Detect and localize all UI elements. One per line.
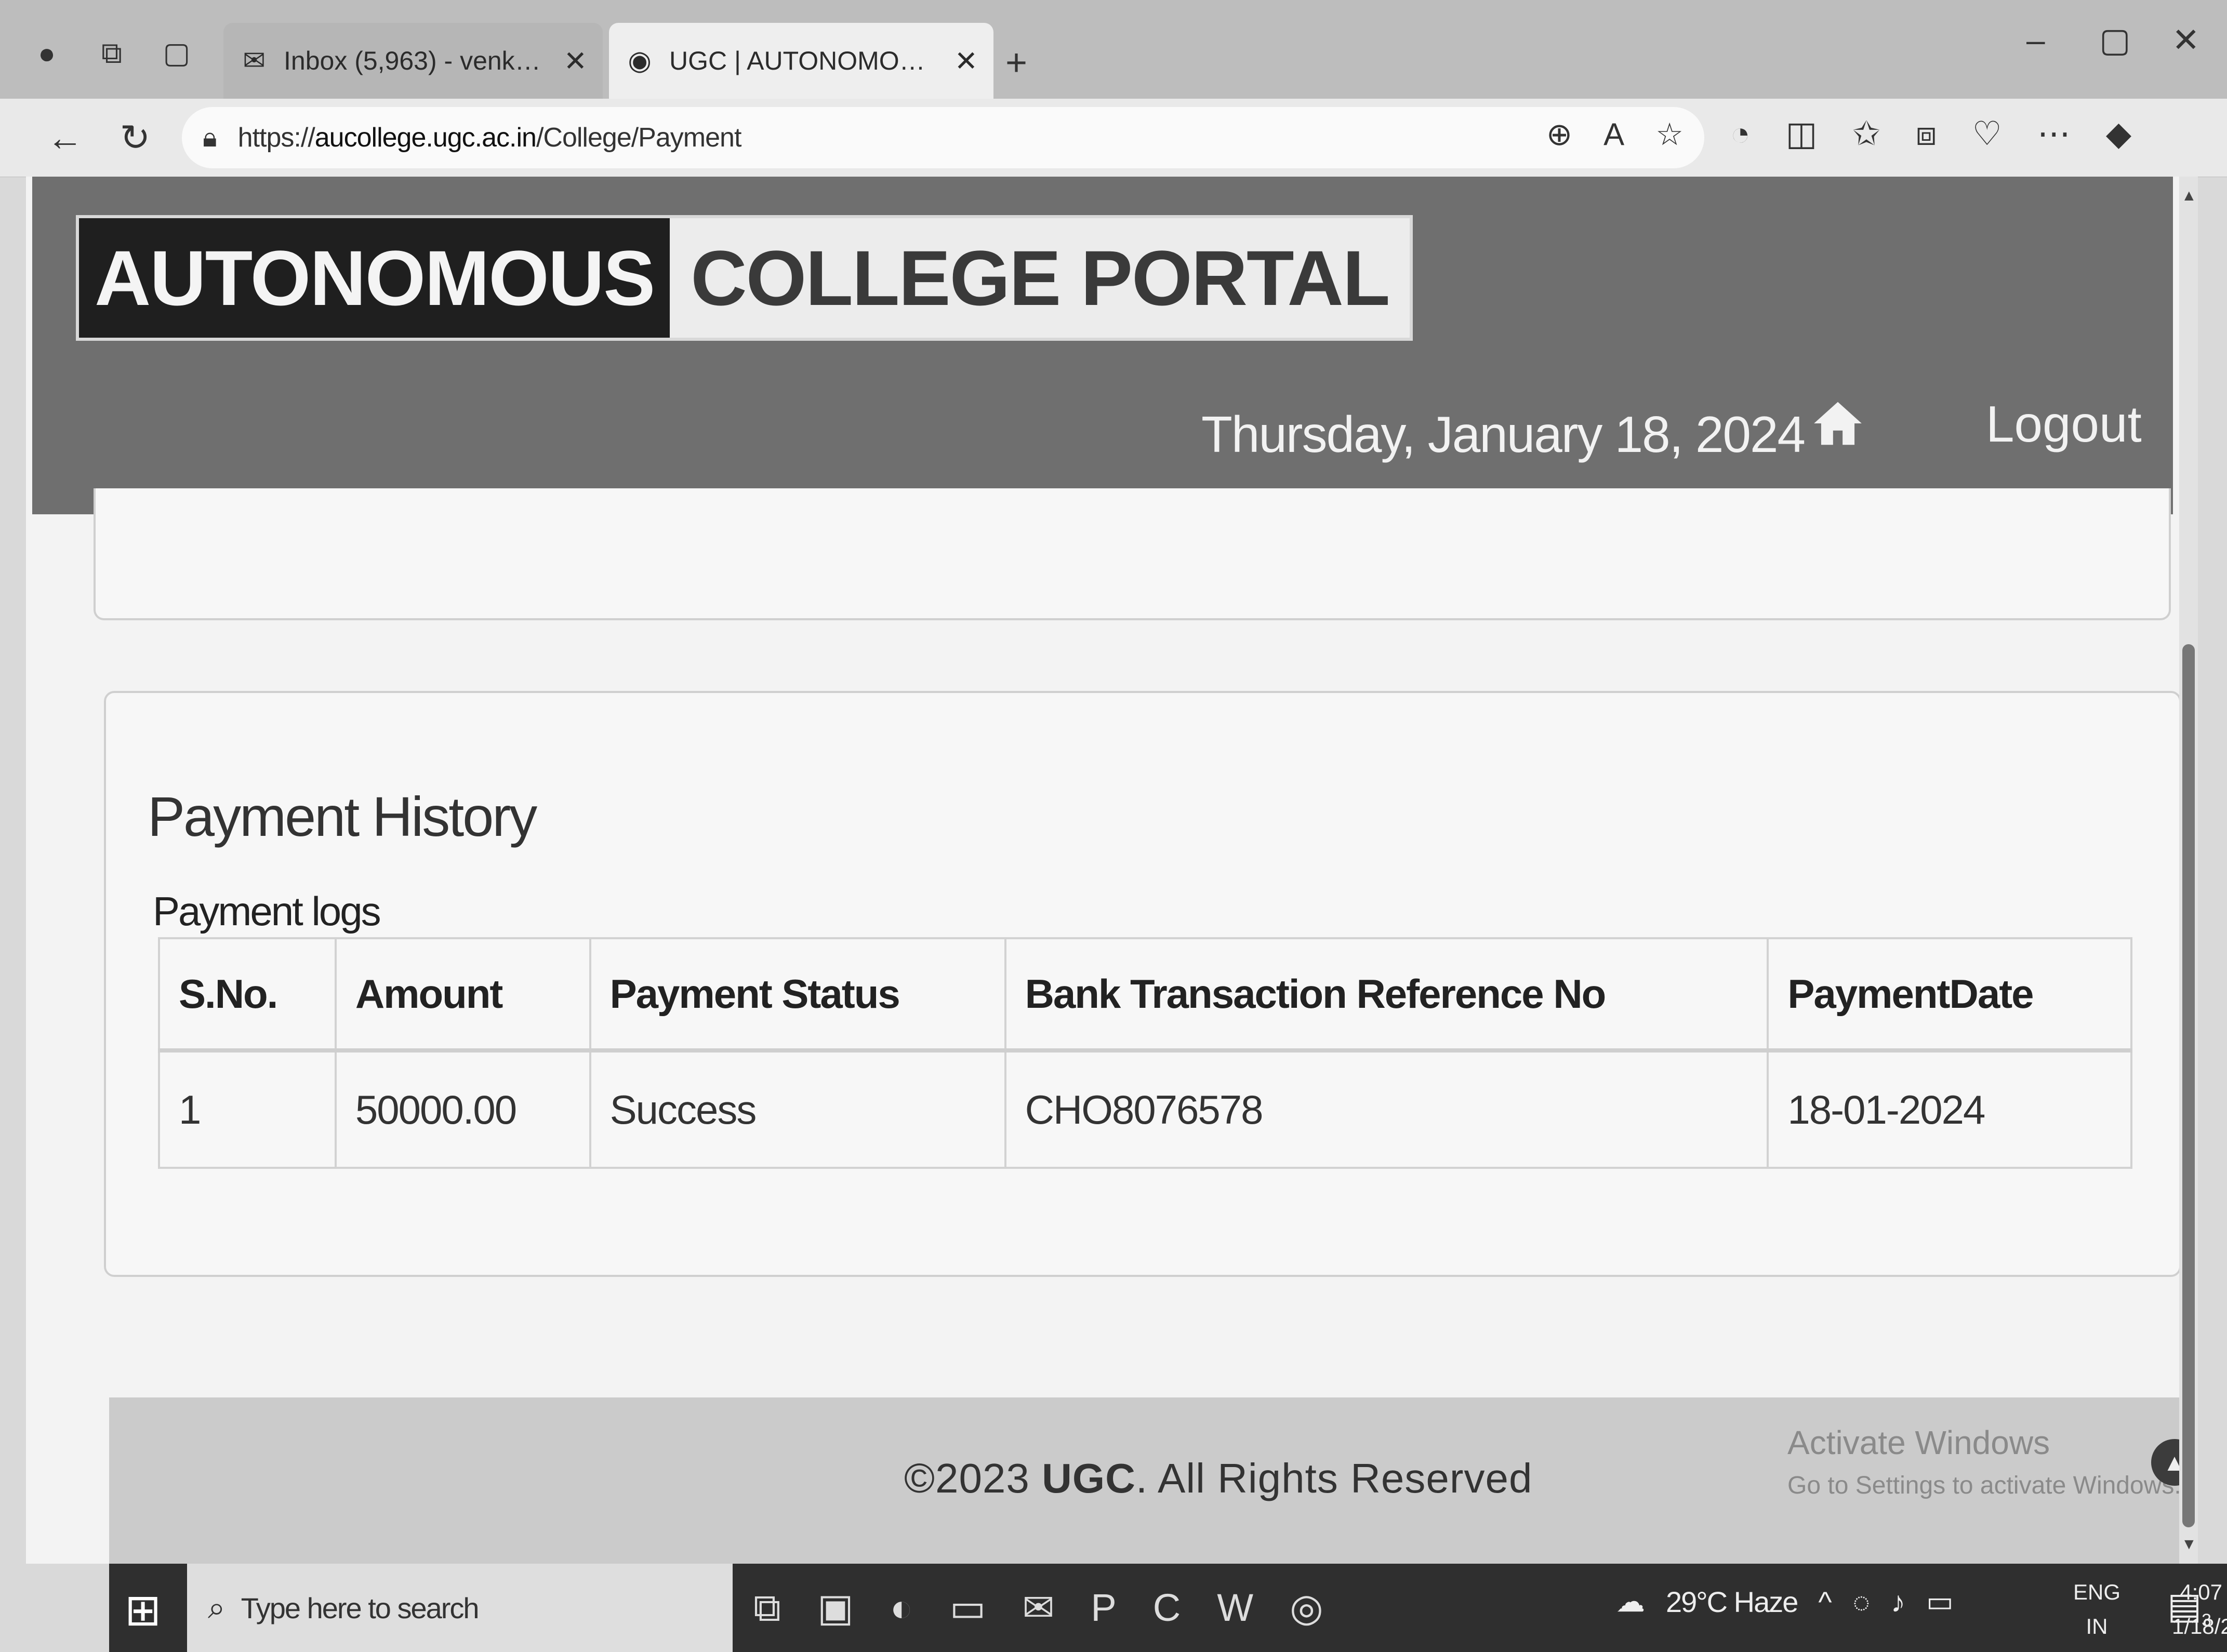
tab-inbox[interactable]: ✉ Inbox (5,963) - venkata.chelapa ✕: [223, 23, 603, 99]
restore-icon[interactable]: ▢: [2099, 21, 2130, 60]
close-icon[interactable]: ✕: [955, 45, 978, 77]
back-icon[interactable]: ←: [42, 114, 88, 161]
home-icon[interactable]: [1809, 395, 1866, 452]
scroll-up-arrow-icon[interactable]: ▲: [2181, 187, 2197, 205]
refresh-icon[interactable]: ↻: [112, 114, 158, 161]
logout-link[interactable]: Logout: [1986, 395, 2142, 454]
workspaces-icon[interactable]: ⧉: [91, 32, 132, 74]
site-icon: ◉: [628, 46, 652, 76]
tab-label: Inbox (5,963) - venkata.chelapa: [284, 46, 553, 75]
payment-logs-table: S.No. Amount Payment Status Bank Transac…: [158, 937, 2132, 1169]
logo-college-portal: COLLEGE PORTAL: [670, 218, 1410, 338]
browser-tab-bar: ● ⧉ ▢ ✉ Inbox (5,963) - venkata.chelapa …: [0, 0, 2227, 99]
browser-toolbar: ← ↻ 🔒︎ https://aucollege.ugc.ac.in/Colle…: [0, 99, 2227, 177]
task-view-icon[interactable]: ⧉: [753, 1586, 781, 1631]
url-text[interactable]: https://aucollege.ugc.ac.in/College/Paym…: [238, 122, 742, 153]
minimize-icon[interactable]: –: [2026, 21, 2045, 59]
payment-history-panel: Payment History Payment logs S.No. Amoun…: [104, 691, 2181, 1277]
table-header-row: S.No. Amount Payment Status Bank Transac…: [158, 937, 2132, 1051]
tab-ugc[interactable]: ◉ UGC | AUTONOMOUS COLLEGES ✕: [609, 23, 993, 99]
edge-icon[interactable]: ◐: [890, 1586, 913, 1631]
powerpoint-icon[interactable]: P: [1091, 1586, 1116, 1631]
column-header: S.No.: [158, 937, 337, 1051]
language-indicator[interactable]: ENG IN: [2073, 1575, 2120, 1644]
gmail-icon: ✉: [243, 46, 266, 76]
zoom-icon[interactable]: ⊕: [1546, 116, 1572, 153]
windows-start-icon[interactable]: ⊞: [125, 1584, 161, 1635]
taskbar-search-box[interactable]: ⌕ Type here to search: [187, 1564, 733, 1652]
chevron-up-icon[interactable]: ^: [1818, 1585, 1832, 1619]
site-header: AUTONOMOUS COLLEGE PORTAL Thursday, Janu…: [32, 177, 2173, 514]
column-header: Payment Status: [589, 937, 1006, 1051]
network-icon[interactable]: ◌: [1853, 1585, 1870, 1619]
cell-date: 18-01-2024: [1767, 1049, 2132, 1169]
top-panel: [94, 488, 2171, 620]
weather-text[interactable]: 29°C Haze: [1666, 1585, 1798, 1619]
scrollbar-thumb[interactable]: [2182, 644, 2195, 1527]
address-bar[interactable]: 🔒︎ https://aucollege.ugc.ac.in/College/P…: [182, 107, 1704, 168]
weather-icon[interactable]: ☁: [1616, 1584, 1645, 1619]
extension-icon[interactable]: ◔: [1730, 114, 1751, 153]
scroll-down-arrow-icon[interactable]: ▼: [2181, 1536, 2197, 1553]
column-header: Bank Transaction Reference No: [1004, 937, 1769, 1051]
windows-taskbar: ⊞ ⌕ Type here to search ⧉ ▣ ◐ ▭ ✉ P C W …: [109, 1564, 2227, 1652]
portal-logo[interactable]: AUTONOMOUS COLLEGE PORTAL: [79, 218, 1410, 338]
collections-icon[interactable]: ⧈: [1916, 114, 1937, 153]
table-row: 1 50000.00 Success CHO8076578 18-01-2024: [158, 1049, 2132, 1169]
site-footer: ©2023 UGC. All Rights Reserved Activate …: [109, 1397, 2198, 1564]
tab-actions-icon[interactable]: ▢: [156, 32, 197, 74]
search-icon: ⌕: [208, 1590, 226, 1625]
cell-reference: CHO8076578: [1004, 1049, 1769, 1169]
cell-amount: 50000.00: [334, 1049, 591, 1169]
new-tab-button[interactable]: +: [1005, 42, 1027, 84]
read-aloud-icon[interactable]: A: [1603, 116, 1624, 153]
column-header: Amount: [334, 937, 591, 1051]
activate-windows-watermark: Activate Windows Go to Settings to activ…: [1787, 1424, 2181, 1499]
copyright-text: ©2023 UGC. All Rights Reserved: [904, 1455, 1533, 1501]
lock-icon[interactable]: 🔒︎: [203, 122, 217, 154]
logo-autonomous: AUTONOMOUS: [79, 218, 670, 338]
split-screen-icon[interactable]: ◫: [1786, 114, 1817, 153]
current-date: Thursday, January 18, 2024: [1201, 406, 1806, 463]
favorite-star-icon[interactable]: ☆: [1655, 116, 1683, 153]
search-placeholder: Type here to search: [241, 1591, 480, 1624]
section-subtitle: Payment logs: [153, 888, 381, 934]
page-viewport: AUTONOMOUS COLLEGE PORTAL Thursday, Janu…: [26, 177, 2198, 1564]
tab-label: UGC | AUTONOMOUS COLLEGES: [669, 46, 944, 75]
mail-icon[interactable]: ✉: [1022, 1586, 1054, 1631]
volume-icon[interactable]: ♪: [1891, 1585, 1905, 1619]
favorites-icon[interactable]: ✩: [1852, 114, 1880, 153]
file-explorer-icon[interactable]: ▭: [949, 1586, 986, 1631]
profile-icon[interactable]: ●: [26, 32, 68, 74]
store-icon[interactable]: ▣: [817, 1586, 854, 1631]
page-title: Payment History: [148, 785, 537, 848]
page-scrollbar[interactable]: ▲ ▼: [2179, 177, 2198, 1564]
app-c-icon[interactable]: C: [1153, 1586, 1181, 1631]
cell-sno: 1: [158, 1049, 337, 1169]
word-icon[interactable]: W: [1217, 1586, 1253, 1631]
column-header: PaymentDate: [1767, 937, 2132, 1051]
notification-center-icon[interactable]: ▤3: [2167, 1584, 2211, 1631]
battery-icon[interactable]: ▭: [1926, 1584, 1954, 1619]
chrome-icon[interactable]: ◎: [1290, 1586, 1323, 1631]
browser-essentials-icon[interactable]: ♡: [1972, 114, 2001, 153]
cell-status: Success: [589, 1049, 1006, 1169]
window-close-icon[interactable]: ✕: [2172, 21, 2200, 60]
more-icon[interactable]: ⋯: [2037, 114, 2071, 153]
close-icon[interactable]: ✕: [564, 45, 587, 77]
copilot-icon[interactable]: ◆: [2106, 114, 2131, 153]
